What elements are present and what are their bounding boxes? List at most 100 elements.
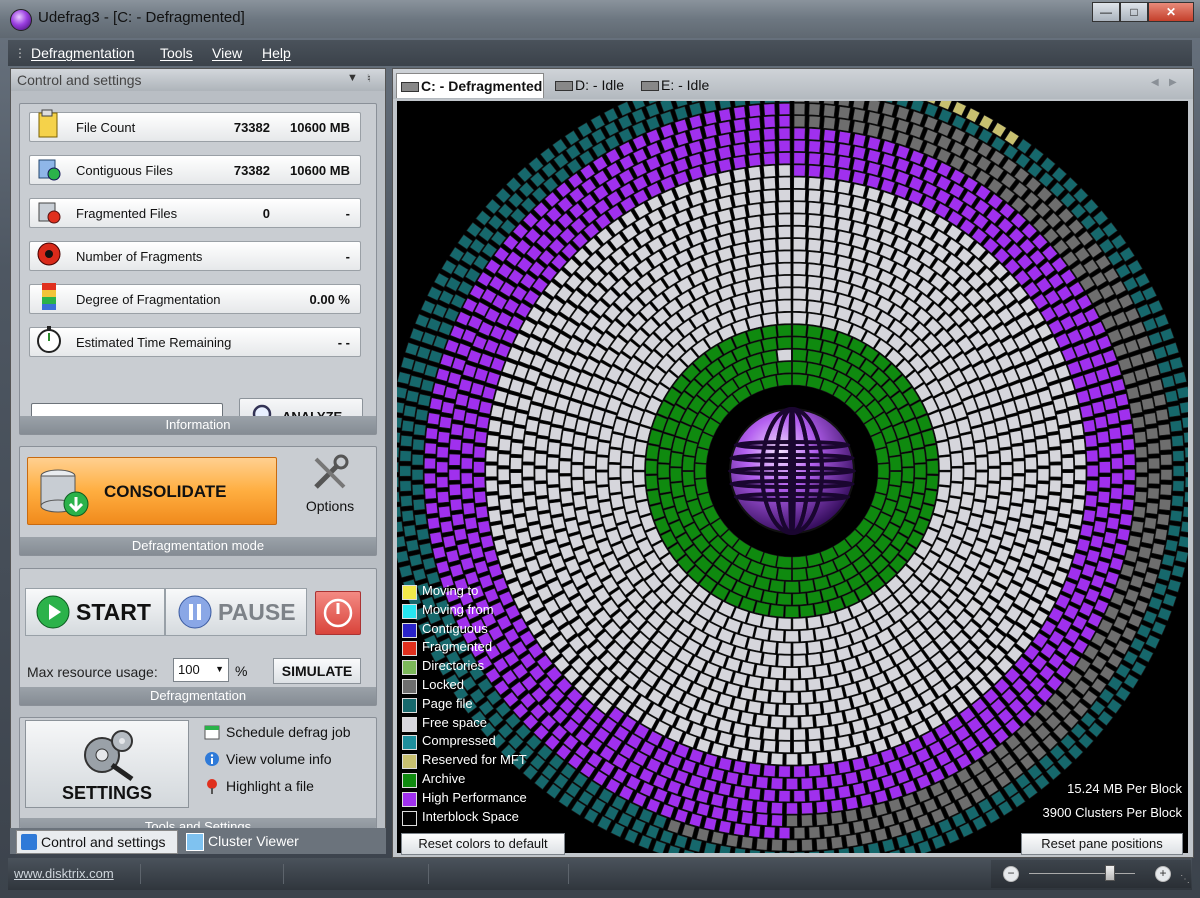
cluster-block (618, 141, 634, 157)
cluster-block (421, 331, 436, 346)
cluster-block (652, 813, 668, 829)
resource-usage-select[interactable]: 100 ▼ (173, 658, 229, 682)
cluster-block (793, 164, 806, 177)
cluster-block (1090, 574, 1106, 590)
cluster-block (776, 324, 792, 337)
simulate-button[interactable]: SIMULATE (273, 658, 361, 684)
cluster-block (689, 270, 707, 287)
cluster-block (874, 827, 888, 842)
cluster-block (823, 141, 837, 155)
cluster-block (1098, 476, 1111, 489)
cluster-block (762, 177, 776, 190)
cluster-block (747, 141, 761, 155)
cluster-block (717, 208, 733, 224)
maximize-button[interactable]: □ (1120, 2, 1148, 22)
tab-drive-c[interactable]: C: - Defragmented (396, 73, 544, 98)
website-link[interactable]: www.disktrix.com (14, 866, 114, 881)
pin-panel-icon[interactable]: ♮ (367, 72, 371, 85)
cluster-block (777, 275, 792, 288)
link-label: View volume info (226, 751, 332, 767)
cluster-block (1158, 498, 1172, 511)
cluster-block (725, 771, 740, 786)
cluster-block (710, 831, 725, 845)
menu-defragmentation[interactable]: Defragmentation (31, 45, 135, 61)
cluster-block (673, 769, 689, 785)
tab-scroll-right-icon[interactable]: ▶ (1169, 77, 1177, 88)
cluster-block (896, 834, 910, 849)
cluster-block (933, 500, 948, 517)
panel-dropdown-icon[interactable]: ▼ (347, 72, 358, 84)
cluster-block (1171, 495, 1184, 507)
zoom-out-button[interactable]: − (1003, 866, 1019, 882)
cluster-block (505, 176, 522, 193)
cluster-block (776, 568, 792, 581)
settings-button[interactable]: SETTINGS (25, 720, 189, 808)
cluster-block (1115, 577, 1131, 593)
cluster-block (938, 471, 951, 486)
cluster-block (1084, 434, 1098, 448)
cluster-block (703, 174, 718, 189)
stat-count: 73382 (233, 120, 270, 135)
pause-button[interactable]: PAUSE (165, 588, 307, 636)
reset-panes-button[interactable]: Reset pane positions (1021, 833, 1183, 855)
cluster-block (583, 222, 600, 239)
options-button[interactable]: Options (292, 451, 368, 521)
cluster-block (619, 182, 636, 199)
start-button[interactable]: START (25, 588, 165, 636)
cluster-block (1064, 393, 1079, 408)
tab-cluster-viewer[interactable]: Cluster Viewer (182, 830, 322, 852)
cluster-block (674, 106, 689, 121)
cluster-block (717, 693, 733, 709)
cluster-block (822, 166, 837, 180)
menu-tools[interactable]: Tools (160, 45, 193, 61)
stop-button[interactable] (315, 591, 361, 635)
menu-help[interactable]: Help (262, 45, 291, 61)
cluster-block (806, 565, 823, 580)
consolidate-button[interactable]: CONSOLIDATE (27, 457, 277, 525)
cluster-block (1147, 487, 1160, 500)
cluster-block (1052, 396, 1068, 412)
cluster-block (518, 181, 535, 198)
cluster-block (753, 575, 771, 591)
cluster-block (1131, 416, 1146, 429)
cluster-block (606, 190, 623, 207)
contiguous-files-icon (38, 159, 61, 181)
close-button[interactable]: ✕ (1148, 2, 1194, 22)
cluster-block (1060, 486, 1074, 501)
cluster-block (792, 287, 807, 300)
cluster-block (755, 813, 769, 826)
cluster-block (474, 367, 489, 383)
cluster-block (695, 763, 711, 779)
minimize-button[interactable]: — (1092, 2, 1120, 22)
cluster-block (567, 172, 584, 189)
cluster-block (776, 336, 792, 350)
zoom-slider[interactable] (1105, 865, 1115, 881)
tab-scroll-left-icon[interactable]: ◀ (1151, 77, 1159, 88)
cluster-block (866, 161, 881, 177)
cluster-block (399, 450, 412, 462)
cluster-block (763, 91, 776, 104)
cluster-block (747, 700, 762, 714)
cluster-block (1010, 490, 1024, 505)
resize-grip-icon[interactable]: ⋱ (1180, 874, 1190, 885)
legend-swatch (402, 585, 417, 600)
cluster-block (895, 157, 911, 173)
tab-control-settings[interactable]: Control and settings (16, 830, 178, 854)
tab-drive-d[interactable]: D: - Idle (551, 73, 631, 97)
cluster-block (815, 813, 829, 826)
cluster-block (923, 155, 939, 171)
tab-drive-e[interactable]: E: - Idle (637, 73, 717, 97)
cluster-block (1023, 191, 1040, 208)
cluster-block (646, 195, 663, 212)
cluster-block (460, 472, 473, 485)
menu-view[interactable]: View (212, 45, 242, 61)
cluster-block (1082, 419, 1096, 433)
cluster-block (652, 840, 667, 855)
cluster-block (808, 128, 821, 141)
cluster-block (1164, 539, 1179, 553)
database-icon (40, 469, 89, 517)
reset-colors-button[interactable]: Reset colors to default (401, 833, 565, 855)
cluster-block (776, 373, 792, 387)
cluster-block (835, 293, 853, 309)
zoom-in-button[interactable]: + (1155, 866, 1171, 882)
